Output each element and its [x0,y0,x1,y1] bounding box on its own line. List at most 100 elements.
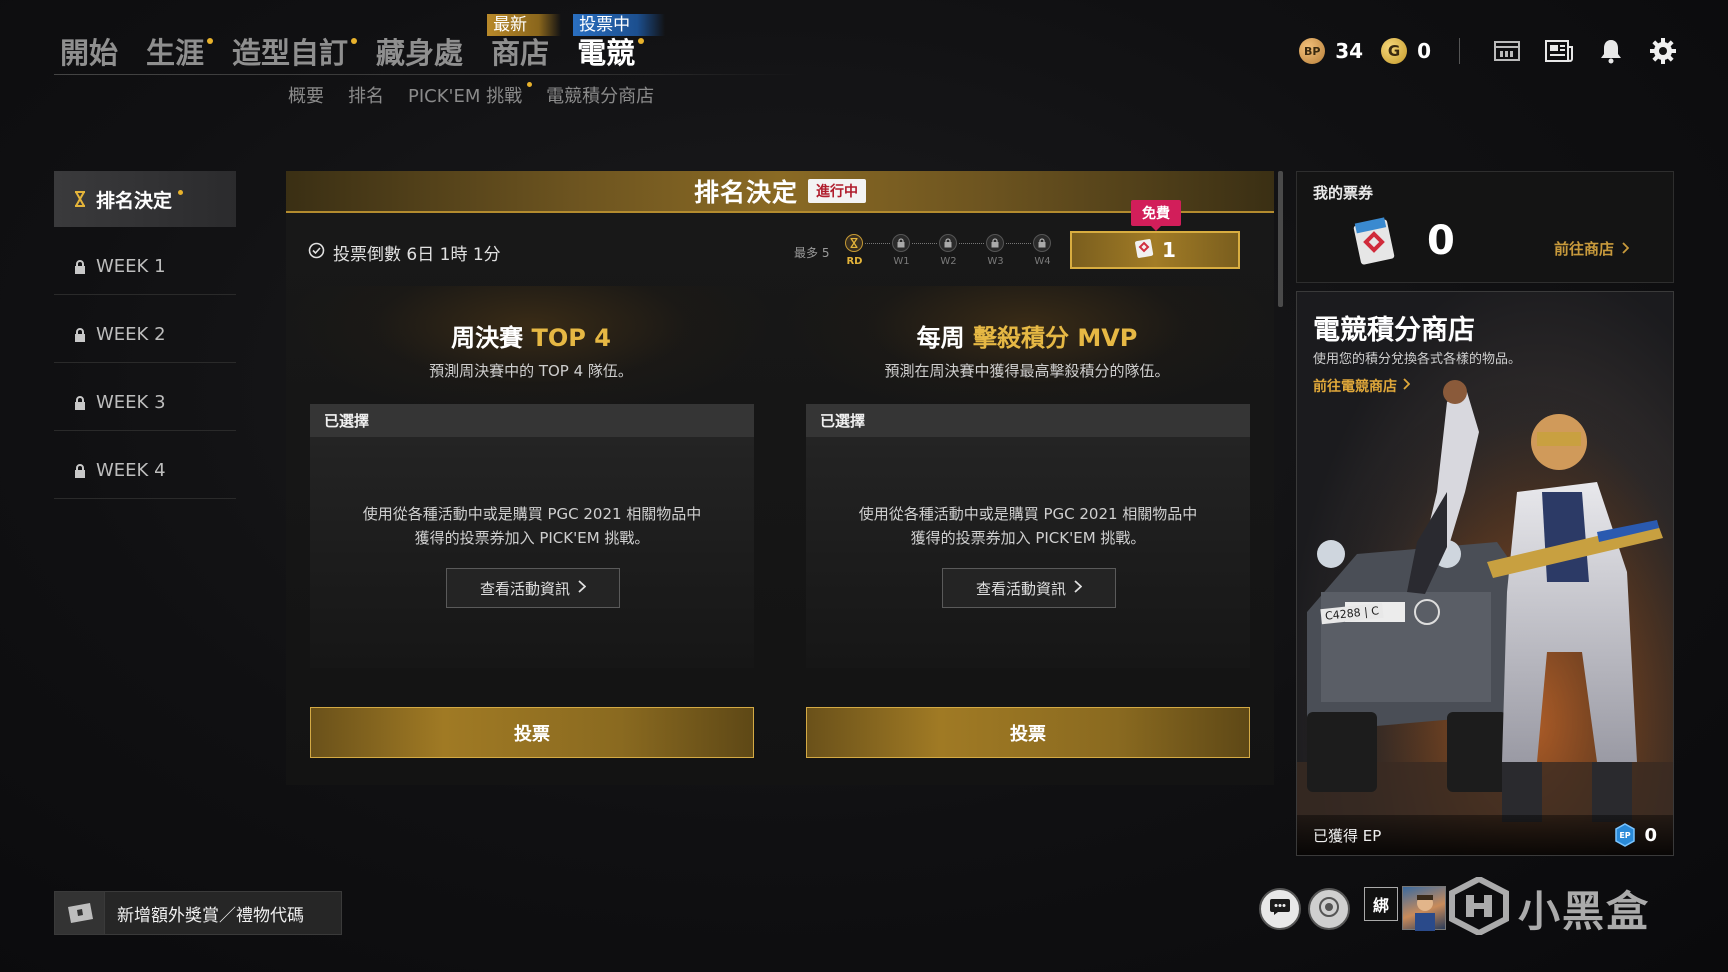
nav-customize-label: 造型自訂 [232,36,349,70]
progress-step-rd: RD [843,234,865,267]
lock-icon [74,463,88,478]
nav-hideout[interactable]: 藏身處 [376,34,463,72]
ep-amount: 0 [1644,824,1657,846]
news-icon[interactable] [1544,36,1574,66]
esports-shop-banner[interactable]: 電競積分商店 使用您的積分兌換各式各樣的物品。 前往電競商店 C4288 | C… [1296,291,1674,856]
scrollbar[interactable] [1278,171,1283,307]
sidebar-item-label: WEEK 3 [96,392,166,413]
view-event-info-button[interactable]: 查看活動資訊 [942,568,1116,608]
card-title-highlight: TOP 4 [531,324,611,352]
redeem-code-button[interactable]: 新增額外獎賞／禮物代碼 [54,891,342,935]
nav-customize[interactable]: 造型自訂 [232,34,358,72]
new-badge: 最新 [487,14,562,36]
selection-header: 已選擇 [310,404,754,437]
sidebar-item-label: WEEK 4 [96,460,166,481]
shop-title: 電競積分商店 [1313,315,1475,346]
ep-label: 已獲得 EP [1313,827,1382,845]
ticket-count: 0 [1427,218,1455,264]
step-label: W2 [940,256,957,267]
gear-icon[interactable] [1648,36,1678,66]
divider [1459,38,1460,64]
my-tickets-title: 我的票券 [1313,184,1374,202]
selection-box: 已選擇 使用從各種活動中或是購買 PGC 2021 相關物品中 獲得的投票券加入… [310,404,754,668]
button-label: 查看活動資訊 [479,579,570,598]
sidebar-item-week1[interactable]: WEEK 1 [54,239,236,295]
notification-dot [638,38,645,44]
selection-instructions: 使用從各種活動中或是購買 PGC 2021 相關物品中 獲得的投票券加入 PIC… [310,502,754,550]
card-title-highlight: 擊殺積分 MVP [972,324,1138,352]
main-nav: 開始 生涯 造型自訂 藏身處 最新 商店 投票中 電競 [60,14,666,72]
g-coin-value: 0 [1417,39,1431,63]
selection-header: 已選擇 [806,404,1250,437]
watermark: 小黑盒 [1448,875,1674,939]
free-ticket-counter[interactable]: 1 [1070,231,1240,269]
nav-store[interactable]: 最新 商店 [487,14,562,72]
nav-start[interactable]: 開始 [60,34,118,72]
bind-badge[interactable]: 綁 [1364,887,1398,921]
page-title: 排名決定 [693,178,798,207]
hourglass-icon [845,234,864,252]
stats-icon[interactable] [1492,36,1522,66]
nav-career-label: 生涯 [146,36,205,70]
notification-dot [351,38,358,44]
lock-icon [74,259,88,274]
step-connector [959,243,985,244]
sidebar-item-week2[interactable]: WEEK 2 [54,307,236,363]
ep-coin-icon: EP [1614,823,1636,847]
svg-text:EP: EP [1620,831,1631,840]
vote-countdown: 投票倒數 6日 1時 1分 [308,240,501,265]
lock-icon [74,395,88,410]
my-tickets-panel: 我的票券 0 前往商店 [1296,171,1674,283]
gift-ticket-icon [55,892,105,934]
step-label: W4 [1034,256,1051,267]
chevron-right-icon [1403,378,1411,394]
selection-box: 已選擇 使用從各種活動中或是購買 PGC 2021 相關物品中 獲得的投票券加入… [806,404,1250,668]
view-event-info-button[interactable]: 查看活動資訊 [446,568,620,608]
subtab-pickem[interactable]: PICK'EM 挑戰 [408,82,533,108]
free-badge: 免費 [1131,200,1181,231]
chevron-right-icon [1074,579,1083,597]
nav-esports[interactable]: 投票中 電競 [573,14,666,72]
countdown-text: 投票倒數 6日 1時 1分 [333,245,501,265]
avatar[interactable] [1402,886,1446,931]
nav-career[interactable]: 生涯 [146,34,214,72]
subtab-overview[interactable]: 概要 [288,82,324,108]
free-ticket-count: 1 [1162,238,1176,262]
lock-icon [74,327,88,342]
subtab-esports-shop[interactable]: 電競積分商店 [546,82,654,108]
shop-description: 使用您的積分兌換各式各樣的物品。 [1313,352,1522,367]
step-label: W1 [893,256,910,267]
step-label: RD [846,256,863,267]
go-to-esports-shop-link[interactable]: 前往電競商店 [1313,376,1411,396]
max-votes-label: 最多 5 [794,246,830,260]
sidebar-item-week4[interactable]: WEEK 4 [54,443,236,499]
sidebar-item-week3[interactable]: WEEK 3 [54,375,236,431]
watermark-logo-icon [1448,875,1510,939]
subtab-ranking[interactable]: 排名 [348,82,384,108]
chat-button[interactable] [1259,888,1301,930]
top-right-bar: BP 34 G 0 [1299,36,1678,66]
subtab-pickem-label: PICK'EM 挑戰 [408,86,523,107]
card-description: 預測在周決賽中獲得最高擊殺積分的隊伍。 [884,362,1170,380]
chevron-right-icon [578,579,587,597]
sidebar-item-ranking[interactable]: 排名決定 [54,171,236,227]
vote-button[interactable]: 投票 [806,707,1250,758]
step-connector [1006,243,1032,244]
step-label: W3 [987,256,1004,267]
lock-icon [939,234,958,252]
sidebar-item-label: WEEK 2 [96,324,166,345]
vote-button[interactable]: 投票 [310,707,754,758]
progress-step-w2: W2 [937,234,959,267]
instruction-line: 獲得的投票券加入 PICK'EM 挑戰。 [414,529,650,547]
progress-step-w3: W3 [984,234,1006,267]
radio-icon [1317,895,1341,923]
lock-icon [892,234,911,252]
link-label: 前往電競商店 [1313,379,1397,395]
voting-badge: 投票中 [573,14,666,36]
nav-store-label: 商店 [491,36,550,70]
go-to-store-link[interactable]: 前往商店 [1554,238,1630,259]
radio-button[interactable] [1308,888,1350,930]
nav-start-label: 開始 [60,36,119,70]
bell-icon[interactable] [1596,36,1626,66]
status-badge: 進行中 [808,179,866,203]
